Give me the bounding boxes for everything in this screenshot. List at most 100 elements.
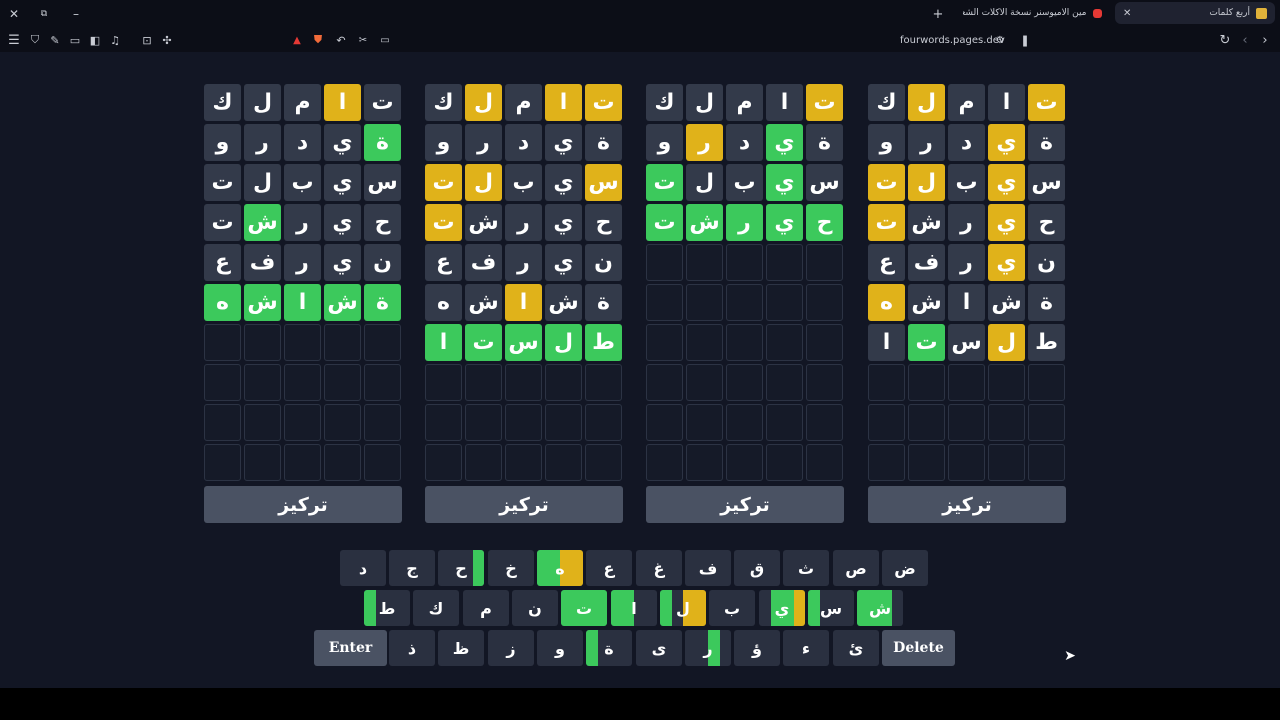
key[interactable]: ج — [389, 550, 435, 586]
key[interactable]: ذ — [389, 630, 435, 666]
board-cell: ة — [1028, 124, 1065, 161]
forward-icon[interactable]: › — [1257, 32, 1273, 48]
board-cell: و — [425, 124, 462, 161]
key[interactable]: ق — [734, 550, 780, 586]
sidebar-icon[interactable]: ◧ — [87, 32, 103, 48]
key[interactable]: ص — [833, 550, 879, 586]
site-settings-icon[interactable]: ⚙ — [993, 33, 1007, 47]
key-label: ر — [703, 638, 713, 658]
empty-cell — [868, 404, 905, 441]
key[interactable]: Delete — [882, 630, 955, 666]
empty-cell — [244, 444, 281, 481]
brave-shield-icon[interactable]: ⛊ — [310, 33, 326, 47]
address-bar[interactable]: ▲ ⛊ ↶ ✂ ▭ fourwords.pages.dev ⚙ ❚ — [290, 30, 1040, 50]
minimize-window-icon[interactable]: – — [68, 6, 84, 22]
url-text[interactable]: fourwords.pages.dev — [900, 35, 1005, 46]
empty-cell — [726, 284, 763, 321]
board-cell: و — [204, 124, 241, 161]
board-cell: ي — [766, 204, 803, 241]
key[interactable]: ا — [611, 590, 657, 626]
close-window-icon[interactable]: ✕ — [6, 6, 22, 22]
key[interactable]: ش — [857, 590, 903, 626]
focus-button-board-4[interactable]: تركيز — [868, 486, 1066, 523]
empty-cell — [244, 324, 281, 361]
tabs-icon[interactable]: ▭ — [67, 32, 83, 48]
key[interactable]: ئ — [833, 630, 879, 666]
music-icon[interactable]: ♫ — [107, 32, 123, 48]
key-label: ل — [676, 598, 690, 618]
key[interactable]: ف — [685, 550, 731, 586]
key[interactable]: ء — [783, 630, 829, 666]
key[interactable]: ب — [709, 590, 755, 626]
empty-cell — [364, 404, 401, 441]
focus-button-board-2[interactable]: تركيز — [425, 486, 623, 523]
focus-button-board-3[interactable]: تركيز — [646, 486, 844, 523]
key[interactable]: ت — [561, 590, 607, 626]
screen-icon[interactable]: ▭ — [378, 33, 392, 47]
menu-icon[interactable]: ☰ — [6, 32, 22, 48]
key-label: ا — [631, 598, 637, 618]
empty-cell — [988, 364, 1025, 401]
board-cell: ف — [908, 244, 945, 281]
tab-fourwords[interactable]: أربع كلمات ✕ — [1115, 2, 1275, 24]
key[interactable]: ة — [586, 630, 632, 666]
empty-cell — [726, 404, 763, 441]
key[interactable]: ط — [364, 590, 410, 626]
key[interactable]: ى — [636, 630, 682, 666]
empty-cell — [585, 444, 622, 481]
key[interactable]: ه — [537, 550, 583, 586]
key[interactable]: ك — [413, 590, 459, 626]
key[interactable]: ظ — [438, 630, 484, 666]
key[interactable]: غ — [636, 550, 682, 586]
key[interactable]: و — [537, 630, 583, 666]
key[interactable]: ي — [759, 590, 805, 626]
key[interactable]: Enter — [314, 630, 387, 666]
empty-cell — [1028, 444, 1065, 481]
back-icon[interactable]: ‹ — [1237, 32, 1253, 48]
restore-window-icon[interactable]: ⧉ — [36, 6, 52, 22]
key-state-strip — [694, 590, 706, 626]
board-cell: ي — [988, 164, 1025, 201]
key-state-strip — [857, 590, 869, 626]
board-cell: ك — [204, 84, 241, 121]
board-cell: ا — [766, 84, 803, 121]
close-tab-icon[interactable]: ✕ — [1123, 8, 1131, 19]
key[interactable]: ر — [685, 630, 731, 666]
key-state-strip — [611, 590, 623, 626]
new-tab-icon[interactable]: + — [930, 6, 946, 22]
key[interactable]: ث — [783, 550, 829, 586]
tab-youtube[interactable]: مين الاميوسنر نسخة الاكلات الشعبية 🍔 ! — [955, 2, 1110, 24]
capture-icon[interactable]: ⊡ — [139, 32, 155, 48]
board-cell: ل — [908, 164, 945, 201]
board-cell: ي — [766, 164, 803, 201]
puzzle-icon[interactable]: ✣ — [159, 32, 175, 48]
key[interactable]: ع — [586, 550, 632, 586]
board-cell: ع — [425, 244, 462, 281]
extensions-icon[interactable]: ✎ — [47, 32, 63, 48]
shield-icon[interactable]: ⛉ — [27, 32, 43, 48]
key[interactable]: ؤ — [734, 630, 780, 666]
key[interactable]: ن — [512, 590, 558, 626]
empty-cell — [646, 404, 683, 441]
key[interactable]: خ — [488, 550, 534, 586]
focus-button-board-1[interactable]: تركيز — [204, 486, 402, 523]
key[interactable]: ض — [882, 550, 928, 586]
empty-cell — [505, 444, 542, 481]
key[interactable]: د — [340, 550, 386, 586]
undo-icon[interactable]: ↶ — [334, 33, 348, 47]
key[interactable]: م — [463, 590, 509, 626]
key[interactable]: ح — [438, 550, 484, 586]
empty-cell — [364, 364, 401, 401]
translate-icon[interactable]: ✂ — [356, 33, 370, 47]
key[interactable]: ز — [488, 630, 534, 666]
key-label: م — [480, 598, 492, 618]
key[interactable]: ل — [660, 590, 706, 626]
warning-icon[interactable]: ▲ — [290, 33, 304, 47]
board-cell: ت — [646, 164, 683, 201]
key-label: و — [555, 638, 565, 658]
board-cell: س — [806, 164, 843, 201]
reload-icon[interactable]: ↻ — [1217, 32, 1233, 48]
empty-cell — [766, 284, 803, 321]
key[interactable]: س — [808, 590, 854, 626]
bookmark-icon[interactable]: ❚ — [1018, 33, 1032, 47]
